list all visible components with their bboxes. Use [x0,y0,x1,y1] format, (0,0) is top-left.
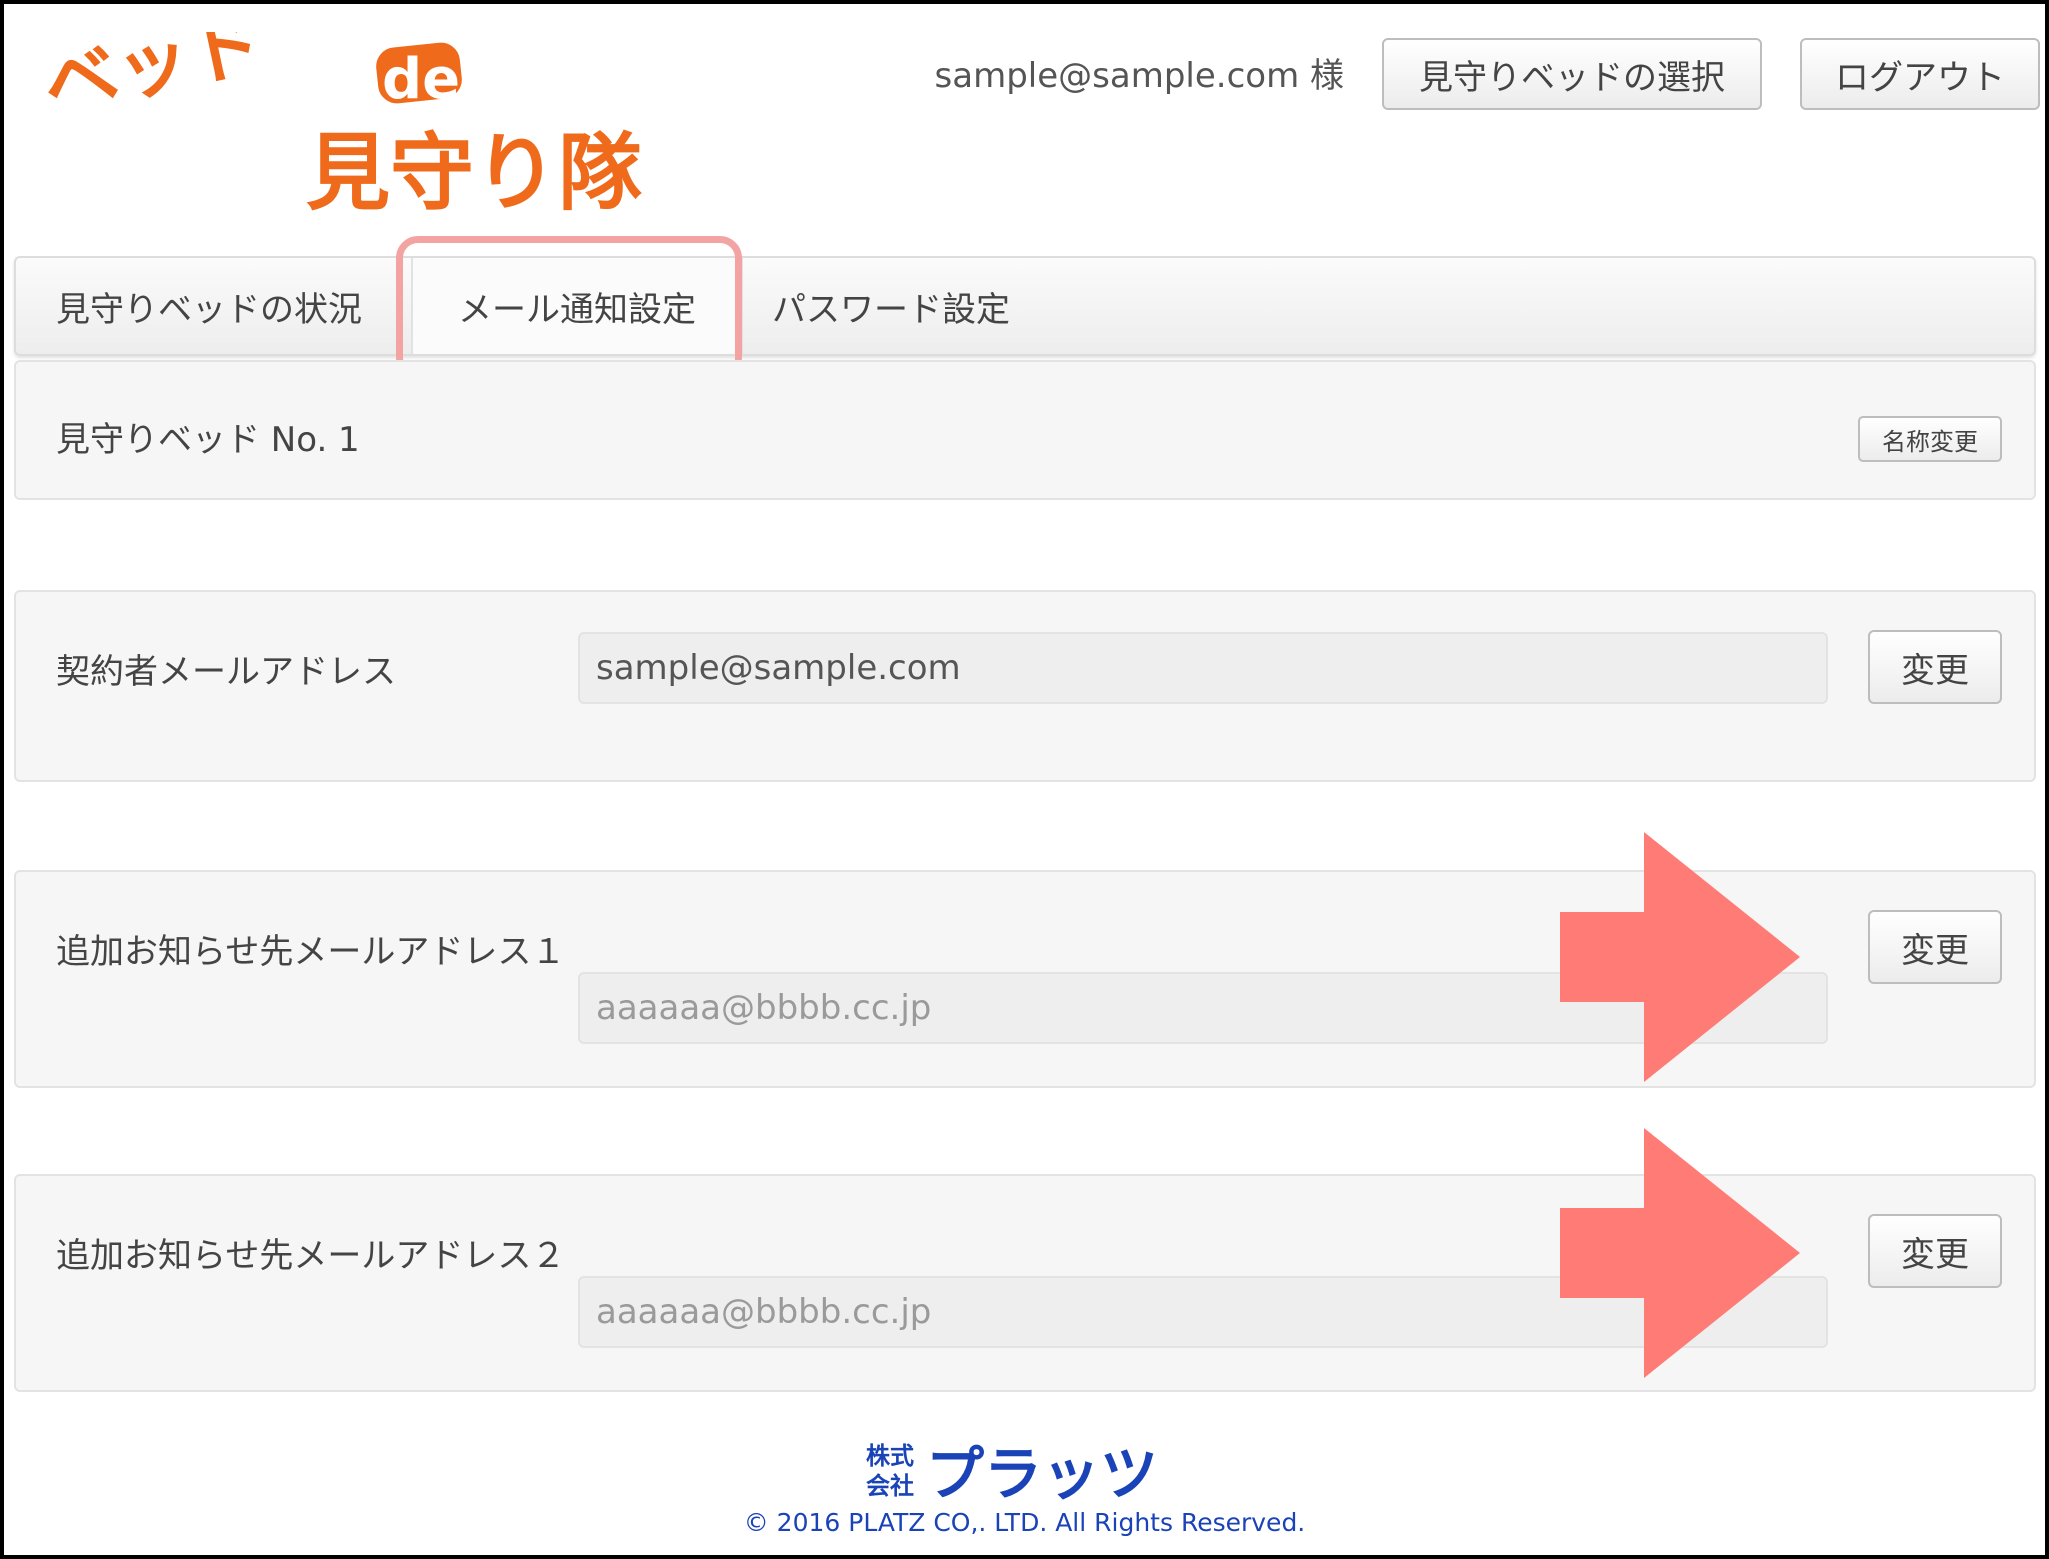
extra-email-1-field[interactable] [578,972,1828,1044]
contract-email-panel: 契約者メールアドレス 変更 [14,590,2036,782]
user-email-label: sample@sample.com 様 [934,56,1344,96]
page: ベッド de 見守り隊 sample@sample.com 様 見守りベッドの選… [4,4,2045,1555]
tab-bar: 見守りベッドの状況 メール通知設定 パスワード設定 [14,256,2036,356]
logout-button[interactable]: ログアウト [1800,38,2040,110]
app-logo: ベッド de 見守り隊 [34,4,664,225]
extra-email-1-label: 追加お知らせ先メールアドレス１ [56,932,566,972]
change-extra-email-2-button[interactable]: 変更 [1868,1214,2002,1288]
tab-bed-status[interactable]: 見守りベッドの状況 [56,258,362,354]
logo-line1-suffix: de [382,47,460,112]
contract-email-field[interactable] [578,632,1828,704]
extra-email-2-panel: 追加お知らせ先メールアドレス２ 変更 [14,1174,2036,1392]
tab-password-settings[interactable]: パスワード設定 [772,258,1010,354]
tab-mail-settings[interactable]: メール通知設定 [411,258,743,354]
rename-button[interactable]: 名称変更 [1858,416,2002,462]
extra-email-2-label: 追加お知らせ先メールアドレス２ [56,1236,566,1276]
logo-line2: 見守り隊 [306,124,642,222]
logo-line1: ベッド [44,32,271,130]
contract-email-label: 契約者メールアドレス [56,652,396,692]
select-bed-button[interactable]: 見守りベッドの選択 [1382,38,1762,110]
company-name: プラッツ [926,1440,1158,1500]
change-extra-email-1-button[interactable]: 変更 [1868,910,2002,984]
company-prefix-bottom: 会社 [866,1472,914,1500]
company-prefix-top: 株式 [866,1442,914,1470]
change-contract-email-button[interactable]: 変更 [1868,630,2002,704]
company-logo: 株式 会社 プラッツ [864,1436,1204,1508]
extra-email-2-field[interactable] [578,1276,1828,1348]
bed-panel: 見守りベッド No. 1 名称変更 [14,360,2036,500]
extra-email-1-panel: 追加お知らせ先メールアドレス１ 変更 [14,870,2036,1088]
copyright-text: © 2016 PLATZ CO,. LTD. All Rights Reserv… [743,1508,1306,1537]
bed-title: 見守りベッド No. 1 [56,420,360,460]
